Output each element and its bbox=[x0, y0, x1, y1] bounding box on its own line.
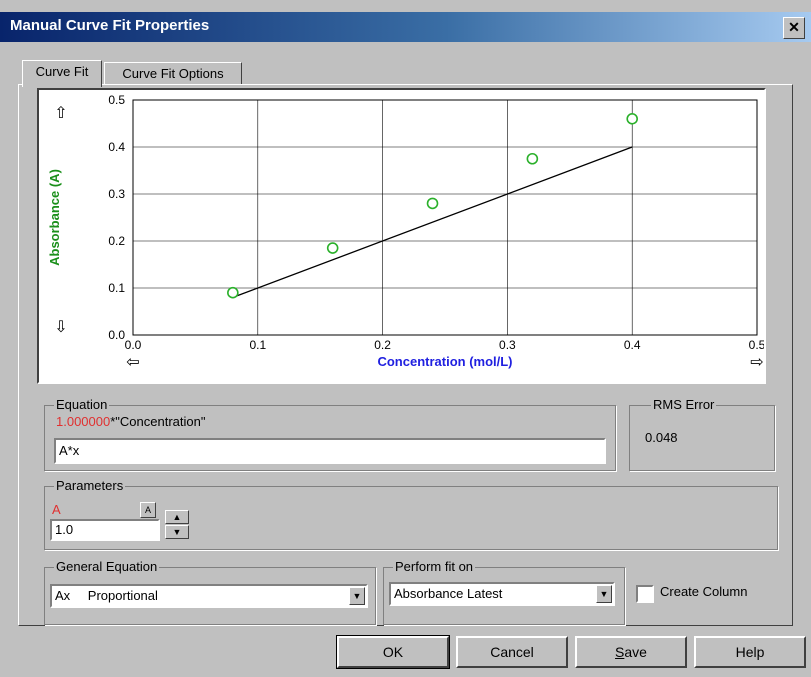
ok-button[interactable]: OK bbox=[336, 635, 450, 669]
x-tick-label: 0.2 bbox=[374, 338, 391, 352]
perform-fit-select[interactable]: Absorbance Latest ▼ bbox=[389, 582, 615, 606]
tab-label: Curve Fit bbox=[35, 64, 89, 79]
help-label: Help bbox=[735, 644, 765, 660]
y-tick-label: 0.3 bbox=[108, 187, 125, 201]
cancel-button[interactable]: Cancel bbox=[456, 636, 568, 668]
arrow-left-icon: ⇦ bbox=[126, 354, 139, 371]
parameters-label: Parameters bbox=[54, 478, 126, 493]
arrow-down-icon: ⇩ bbox=[54, 319, 67, 336]
parameter-down-button[interactable]: ▼ bbox=[165, 525, 189, 539]
chevron-down-icon[interactable]: ▼ bbox=[596, 585, 612, 603]
save-label: Save bbox=[615, 644, 647, 660]
general-equation-label: General Equation bbox=[54, 559, 160, 574]
y-tick-label: 0.0 bbox=[108, 328, 125, 342]
rms-error-label: RMS Error bbox=[651, 397, 717, 412]
x-tick-label: 0.3 bbox=[499, 338, 516, 352]
chart: 0.0 0.1 0.2 0.3 0.4 0.5 0.0 0.1 0.2 0.3 0.4 0.5 Conc… bbox=[47, 93, 764, 371]
equation-rest: *"Concentration" bbox=[110, 414, 206, 429]
data-point bbox=[227, 286, 239, 299]
ok-label: OK bbox=[382, 644, 404, 660]
create-column-label: Create Column bbox=[660, 584, 748, 599]
y-tick-label: 0.1 bbox=[108, 281, 125, 295]
x-tick-label: 0.4 bbox=[624, 338, 641, 352]
x-tick-label: 0.1 bbox=[249, 338, 266, 352]
data-point bbox=[326, 242, 339, 254]
parameter-name: A bbox=[52, 502, 61, 517]
close-button[interactable]: ✕ bbox=[783, 17, 805, 39]
save-button[interactable]: Save bbox=[575, 636, 687, 668]
create-column-checkbox[interactable] bbox=[636, 585, 654, 603]
data-point bbox=[526, 152, 539, 165]
window-title: Manual Curve Fit Properties bbox=[10, 17, 210, 34]
fit-line bbox=[232, 146, 633, 299]
lock-glyph: A bbox=[144, 505, 151, 515]
parameter-a-input[interactable]: 1.0 bbox=[50, 519, 160, 541]
rms-error-value: 0.048 bbox=[645, 430, 678, 445]
equation-input[interactable]: A*x bbox=[54, 438, 606, 464]
y-tick-label: 0.4 bbox=[108, 140, 125, 154]
tab-curve-fit-options[interactable]: Curve Fit Options bbox=[104, 62, 242, 85]
graph-area[interactable]: 0.0 0.1 0.2 0.3 0.4 0.5 0.0 0.1 0.2 0.3 0.4 0.5 Conc… bbox=[37, 88, 766, 384]
dialog-window: Manual Curve Fit Properties ✕ Curve Fit … bbox=[0, 0, 811, 677]
general-equation-name: Proportional bbox=[87, 588, 158, 603]
equation-value: A*x bbox=[59, 443, 80, 458]
equation-display: 1.000000*"Concentration" bbox=[56, 414, 205, 429]
equation-label: Equation bbox=[54, 397, 110, 412]
chevron-down-icon[interactable]: ▼ bbox=[349, 587, 365, 605]
data-point bbox=[626, 112, 639, 125]
title-bar[interactable]: Manual Curve Fit Properties ✕ bbox=[0, 12, 811, 42]
tab-curve-fit[interactable]: Curve Fit bbox=[22, 60, 102, 87]
y-tick-label: 0.2 bbox=[108, 234, 125, 248]
general-equation-select[interactable]: Ax Proportional ▼ bbox=[50, 584, 368, 608]
tab-label: Curve Fit Options bbox=[122, 66, 224, 81]
arrow-right-icon: ⇨ bbox=[750, 354, 763, 371]
arrow-up-icon: ⇧ bbox=[54, 105, 67, 122]
perform-fit-label: Perform fit on bbox=[393, 559, 476, 574]
equation-coef: 1.000000 bbox=[56, 414, 111, 429]
parameter-lock-button[interactable]: A bbox=[140, 502, 156, 518]
y-tick-label: 0.5 bbox=[108, 93, 125, 107]
data-point bbox=[426, 197, 439, 210]
parameter-a-value: 1.0 bbox=[55, 522, 74, 537]
cancel-label: Cancel bbox=[490, 644, 534, 660]
parameter-up-button[interactable]: ▲ bbox=[165, 510, 189, 524]
x-tick-label: 0.5 bbox=[749, 338, 764, 352]
perform-fit-value: Absorbance Latest bbox=[394, 586, 503, 601]
x-axis-label: Concentration (mol/L) bbox=[377, 354, 512, 369]
y-axis-label: Absorbance (A) bbox=[47, 169, 62, 266]
x-tick-label: 0.0 bbox=[125, 338, 142, 352]
help-button[interactable]: Help bbox=[694, 636, 806, 668]
general-equation-code: Ax bbox=[55, 588, 71, 603]
